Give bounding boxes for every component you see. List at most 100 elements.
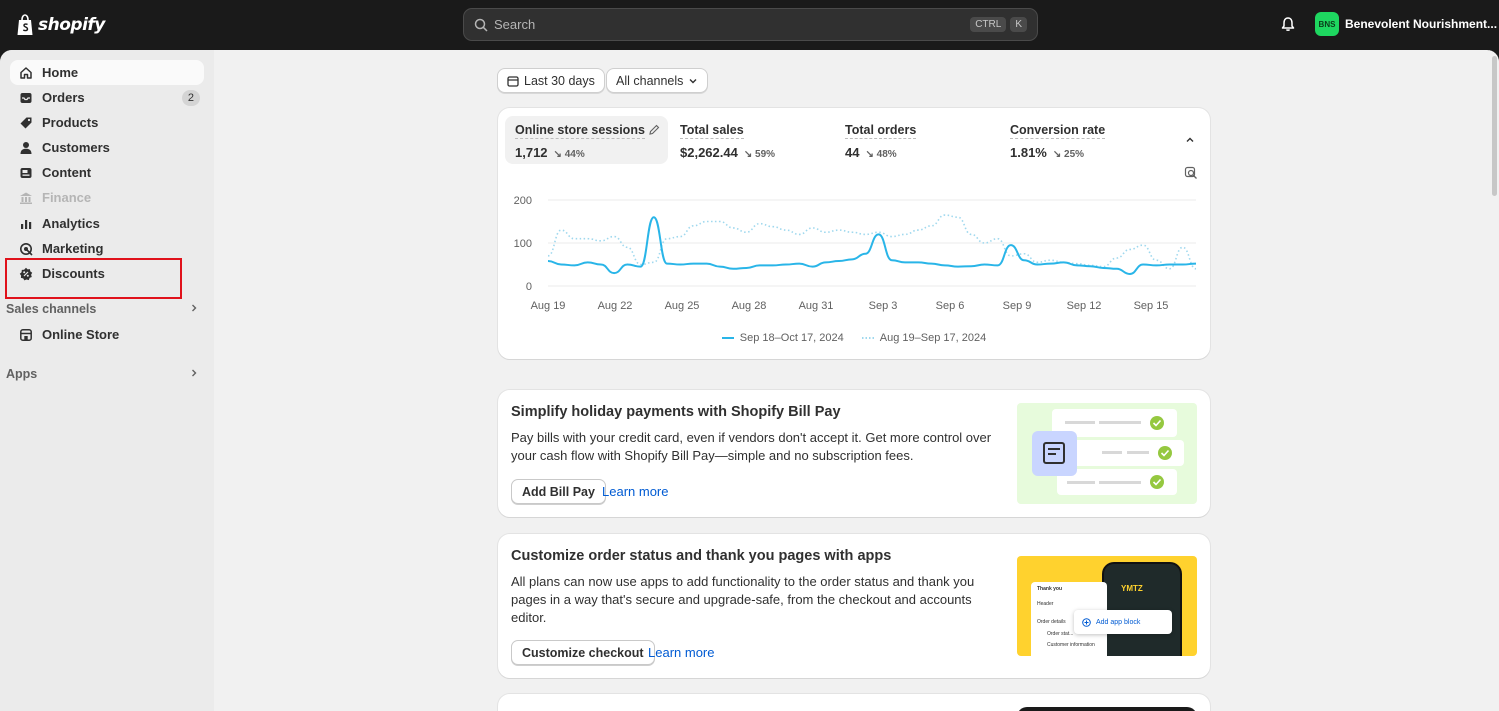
bank-icon	[18, 190, 34, 206]
storefront-icon	[18, 327, 34, 343]
x-tick-label: Aug 19	[531, 300, 566, 312]
shortcut-key-ctrl: CTRL	[970, 17, 1007, 32]
page: Home Orders 2 Products Customers Content…	[0, 50, 1499, 711]
content-icon	[18, 165, 34, 181]
apps-section[interactable]: Apps	[6, 364, 204, 384]
store-switcher[interactable]: BNS Benevolent Nourishment...	[1315, 12, 1497, 36]
learn-more-link[interactable]: Learn more	[602, 484, 668, 499]
next-card-illustration	[1017, 707, 1197, 711]
card-description: Pay bills with your credit card, even if…	[511, 430, 992, 463]
orders-count-badge: 2	[181, 89, 200, 106]
analytics-card: Online store sessions 1,712 ↘ 44% Total s…	[498, 108, 1210, 359]
sidebar: Home Orders 2 Products Customers Content…	[0, 50, 214, 711]
sidebar-item-label: Analytics	[42, 216, 100, 231]
top-bar: shopify Search CTRL K BNS Benevolent Nou…	[0, 0, 1499, 50]
sidebar-item-label: Home	[42, 65, 79, 80]
chevron-right-icon	[192, 369, 197, 377]
next-card	[498, 694, 1210, 711]
phone-brand: YMTZ	[1121, 584, 1143, 593]
bill-pay-card: Simplify holiday payments with Shopify B…	[498, 390, 1210, 517]
section-label: Apps	[6, 367, 38, 381]
y-tick-label: 0	[526, 281, 532, 293]
store-avatar: BNS	[1315, 12, 1339, 36]
x-tick-label: Sep 6	[936, 300, 965, 312]
search-bar[interactable]: Search CTRL K	[463, 8, 1038, 41]
main-content: Last 30 days All channels Online store s…	[214, 50, 1489, 711]
x-tick-label: Sep 12	[1067, 300, 1102, 312]
current-period-line	[547, 216, 1197, 275]
sales-channels-section[interactable]: Sales channels	[6, 299, 204, 319]
legend-solid-line-icon	[721, 337, 734, 339]
x-tick-label: Sep 15	[1134, 300, 1169, 312]
search-placeholder: Search	[494, 17, 536, 32]
sidebar-item-content[interactable]: Content	[10, 160, 204, 185]
sidebar-item-label: Orders	[42, 90, 85, 105]
x-tick-label: Aug 22	[598, 300, 633, 312]
chevron-right-icon	[192, 304, 197, 312]
thank-you-heading: Thank you	[1037, 586, 1063, 592]
sidebar-item-online-store[interactable]: Online Store	[10, 322, 204, 347]
sidebar-item-finance[interactable]: Finance	[10, 185, 204, 210]
bill-pay-illustration	[1017, 403, 1197, 504]
store-name: Benevolent Nourishment...	[1345, 17, 1498, 31]
channels-filter[interactable]: All channels	[606, 68, 709, 93]
y-tick-label: 200	[514, 195, 532, 207]
sidebar-item-analytics[interactable]: Analytics	[10, 211, 204, 236]
checkout-illustration: YMTZ Thank you Header Order details Orde…	[1017, 556, 1197, 656]
person-icon	[18, 140, 34, 156]
section-label: Sales channels	[6, 302, 97, 316]
y-tick-label: 100	[514, 238, 532, 250]
date-range-label: Last 30 days	[524, 73, 595, 88]
notification-bell-icon[interactable]	[1280, 16, 1296, 32]
card-title: Customize order status and thank you pag…	[511, 548, 892, 564]
bar-chart-icon	[18, 216, 34, 232]
highlight-annotation-box	[5, 258, 182, 299]
x-tick-label: Sep 9	[1003, 300, 1032, 312]
legend-item-current[interactable]: Sep 18–Oct 17, 2024	[721, 332, 844, 344]
scrollbar-thumb[interactable]	[1492, 56, 1497, 196]
legend-label: Sep 18–Oct 17, 2024	[739, 332, 844, 344]
sidebar-item-label: Products	[42, 115, 99, 130]
x-tick-label: Aug 28	[732, 300, 767, 312]
customer-info-block: Customer information	[1047, 642, 1095, 648]
sidebar-item-label: Customers	[42, 140, 110, 155]
sidebar-item-label: Marketing	[42, 241, 104, 256]
sidebar-item-customers[interactable]: Customers	[10, 135, 204, 160]
header-block: Header	[1037, 601, 1054, 607]
plus-circle-icon	[1082, 617, 1091, 627]
shopify-wordmark: shopify	[38, 15, 105, 35]
sidebar-item-label: Content	[42, 165, 92, 180]
sessions-line-chart: 200 100 0 Aug 19 Aug 22 Aug 25 Aug 28 Aug 31 Sep…	[514, 195, 1197, 312]
channels-label: All channels	[616, 73, 684, 88]
search-icon	[474, 18, 488, 32]
sidebar-item-home[interactable]: Home	[10, 60, 204, 85]
tag-icon	[18, 115, 34, 131]
sidebar-item-products[interactable]: Products	[10, 110, 204, 135]
checkout-apps-card: Customize order status and thank you pag…	[498, 534, 1210, 678]
card-title: Simplify holiday payments with Shopify B…	[511, 404, 841, 420]
legend-dotted-line-icon	[861, 337, 874, 339]
customize-checkout-button[interactable]: Customize checkout	[511, 640, 655, 665]
x-tick-label: Sep 3	[869, 300, 898, 312]
learn-more-link[interactable]: Learn more	[648, 645, 714, 660]
sidebar-item-label: Finance	[42, 190, 92, 205]
shopify-logo[interactable]: shopify	[16, 12, 105, 38]
home-icon	[18, 65, 34, 81]
sidebar-item-label: Online Store	[42, 327, 120, 342]
scrollbar[interactable]	[1489, 50, 1499, 711]
calendar-icon	[507, 75, 519, 87]
sidebar-item-orders[interactable]: Orders 2	[10, 85, 204, 110]
chart-legend: Sep 18–Oct 17, 2024 Aug 19–Sep 17, 2024	[498, 332, 1210, 344]
legend-item-previous[interactable]: Aug 19–Sep 17, 2024	[861, 332, 986, 344]
chevron-down-icon	[689, 78, 697, 83]
add-app-block-label: Add app block	[1096, 618, 1141, 626]
x-tick-label: Aug 31	[799, 300, 834, 312]
add-bill-pay-button[interactable]: Add Bill Pay	[511, 479, 606, 504]
inbox-icon	[18, 90, 34, 106]
phone-mockup	[1102, 562, 1182, 656]
x-tick-label: Aug 25	[665, 300, 700, 312]
shopify-bag-icon	[17, 14, 33, 35]
date-range-filter[interactable]: Last 30 days	[497, 68, 605, 93]
target-icon	[18, 241, 34, 257]
card-description: All plans can now use apps to add functi…	[511, 574, 975, 625]
